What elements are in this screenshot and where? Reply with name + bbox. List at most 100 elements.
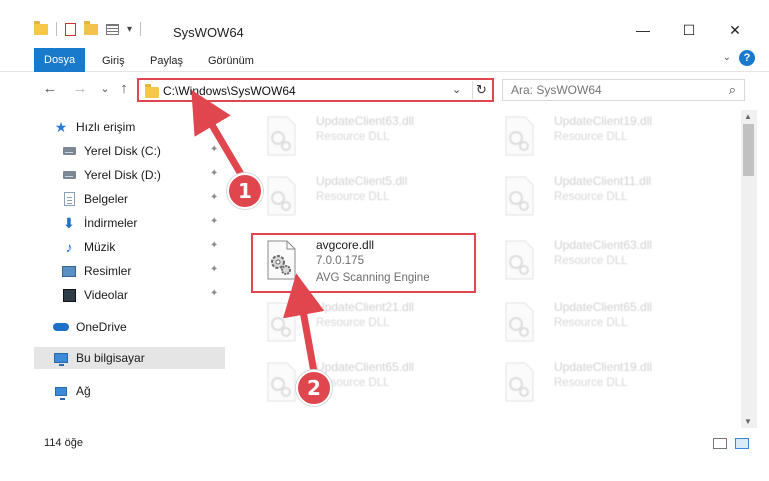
pin-icon: ✦ bbox=[210, 144, 219, 155]
folder-icon bbox=[34, 20, 48, 35]
pin-icon: ✦ bbox=[210, 168, 219, 179]
sidebar-item-videos[interactable]: Videolar ✦ bbox=[34, 284, 225, 306]
sidebar-item-label: Yerel Disk (C:) bbox=[84, 144, 161, 158]
sidebar-item-downloads[interactable]: ⬇ İndirmeler ✦ bbox=[34, 212, 225, 234]
address-bar[interactable]: C:\Windows\SysWOW64 ⌄ ↻ bbox=[137, 78, 494, 102]
back-button[interactable]: ← bbox=[41, 80, 59, 97]
file-item[interactable]: UpdateClient21.dll Resource DLL bbox=[250, 296, 480, 352]
file-item[interactable]: UpdateClient11.dll Resource DLL bbox=[488, 170, 718, 226]
sidebar-item-label: OneDrive bbox=[76, 320, 127, 334]
sidebar-item-music[interactable]: ♪ Müzik ✦ bbox=[34, 236, 225, 258]
file-type: Resource DLL bbox=[554, 255, 628, 267]
file-item[interactable]: UpdateClient19.dll Resource DLL bbox=[488, 110, 718, 166]
folder-icon bbox=[145, 84, 159, 98]
sidebar-item-local-disk-c[interactable]: Yerel Disk (C:) ✦ bbox=[34, 140, 225, 162]
file-name: UpdateClient21.dll bbox=[316, 300, 415, 314]
pin-icon: ✦ bbox=[210, 240, 219, 251]
pin-icon: ✦ bbox=[210, 288, 219, 299]
step-badge-1: 1 bbox=[227, 173, 263, 209]
dll-file-icon bbox=[267, 176, 296, 216]
separator bbox=[56, 22, 57, 36]
scrollbar-thumb[interactable] bbox=[743, 124, 754, 176]
qat-dropdown-icon[interactable]: ▾ bbox=[127, 24, 132, 35]
tab-view[interactable]: Görünüm bbox=[199, 50, 263, 72]
sidebar-item-label: Resimler bbox=[84, 264, 132, 278]
status-bar: 114 öğe bbox=[0, 430, 769, 456]
minimize-button[interactable]: — bbox=[620, 16, 666, 44]
file-item[interactable]: UpdateClient65.dll Resource DLL bbox=[250, 356, 480, 412]
ribbon: Dosya Giriş Paylaş Görünüm ⌄ ? bbox=[0, 44, 769, 72]
close-button[interactable]: ✕ bbox=[712, 16, 758, 44]
vertical-scrollbar[interactable]: ▲ ▼ bbox=[741, 110, 757, 428]
sidebar-item-network[interactable]: Ağ bbox=[34, 380, 225, 402]
file-type: Resource DLL bbox=[316, 317, 390, 329]
tab-file[interactable]: Dosya bbox=[34, 48, 86, 72]
address-dropdown-icon[interactable]: ⌄ bbox=[452, 83, 461, 96]
separator bbox=[140, 22, 142, 36]
sidebar-item-label: Bu bilgisayar bbox=[76, 351, 145, 365]
file-item[interactable]: UpdateClient63.dll Resource DLL bbox=[250, 110, 480, 166]
tab-home[interactable]: Giriş bbox=[93, 50, 134, 72]
dll-file-icon bbox=[505, 116, 534, 156]
window-title: SysWOW64 bbox=[173, 25, 244, 40]
search-box[interactable]: ⌕ bbox=[502, 79, 745, 101]
file-name: UpdateClient65.dll bbox=[554, 300, 653, 314]
search-input[interactable] bbox=[511, 82, 711, 98]
sidebar-item-pictures[interactable]: Resimler ✦ bbox=[34, 260, 225, 282]
sidebar-item-documents[interactable]: Belgeler ✦ bbox=[34, 188, 225, 210]
file-item[interactable]: UpdateClient19.dll Resource DLL bbox=[488, 356, 718, 412]
file-name: UpdateClient11.dll bbox=[554, 174, 652, 188]
properties-icon[interactable] bbox=[65, 22, 76, 36]
address-path[interactable]: C:\Windows\SysWOW64 bbox=[163, 84, 296, 98]
dll-file-icon bbox=[505, 240, 534, 280]
tiles-view-icon[interactable] bbox=[735, 438, 749, 449]
file-item[interactable]: UpdateClient5.dll Resource DLL bbox=[250, 170, 480, 226]
sidebar-item-label: Videolar bbox=[84, 288, 128, 302]
maximize-button[interactable]: ☐ bbox=[666, 16, 712, 44]
pictures-icon bbox=[62, 264, 76, 278]
computer-icon bbox=[54, 351, 68, 366]
forward-button[interactable]: → bbox=[71, 80, 89, 97]
sidebar-item-this-pc[interactable]: Bu bilgisayar bbox=[34, 347, 225, 369]
file-type: Resource DLL bbox=[554, 377, 628, 389]
dll-file-icon bbox=[505, 362, 534, 402]
ribbon-collapse-icon[interactable]: ⌄ bbox=[723, 52, 731, 63]
file-item[interactable]: UpdateClient65.dll Resource DLL bbox=[488, 296, 718, 352]
file-type: Resource DLL bbox=[554, 131, 628, 143]
scroll-up-icon[interactable]: ▲ bbox=[744, 112, 752, 121]
up-button[interactable]: ↑ bbox=[115, 80, 133, 97]
search-icon[interactable]: ⌕ bbox=[729, 82, 736, 98]
details-view-icon[interactable] bbox=[713, 438, 727, 449]
sidebar-item-label: Müzik bbox=[84, 240, 116, 254]
sidebar-item-quick-access[interactable]: ★ Hızlı erişim bbox=[34, 116, 225, 138]
file-type: Resource DLL bbox=[554, 191, 628, 203]
highlight-box-avgcore bbox=[251, 233, 476, 293]
network-icon bbox=[54, 384, 68, 400]
tab-share[interactable]: Paylaş bbox=[141, 50, 192, 72]
sidebar-item-local-disk-d[interactable]: Yerel Disk (D:) ✦ bbox=[34, 164, 225, 186]
step-badge-2: 2 bbox=[296, 370, 332, 406]
file-name: UpdateClient63.dll bbox=[316, 114, 415, 128]
disk-icon bbox=[62, 144, 76, 158]
refresh-button[interactable]: ↻ bbox=[472, 81, 490, 99]
file-item[interactable]: UpdateClient63.dll Resource DLL bbox=[488, 234, 718, 290]
disk-icon bbox=[62, 168, 76, 182]
sidebar-item-onedrive[interactable]: OneDrive bbox=[34, 316, 225, 338]
new-folder-icon[interactable] bbox=[84, 20, 98, 35]
recent-locations-button[interactable]: ⌄ bbox=[96, 82, 114, 95]
sidebar-item-label: Hızlı erişim bbox=[76, 120, 136, 134]
pin-icon: ✦ bbox=[210, 192, 219, 203]
help-button[interactable]: ? bbox=[739, 50, 755, 66]
file-type: Resource DLL bbox=[316, 191, 390, 203]
sidebar-item-label: Yerel Disk (D:) bbox=[84, 168, 161, 182]
onedrive-icon bbox=[52, 320, 70, 334]
dll-file-icon bbox=[267, 302, 296, 342]
pin-icon: ✦ bbox=[210, 216, 219, 227]
file-name: UpdateClient19.dll bbox=[554, 114, 653, 128]
customize-icon[interactable] bbox=[106, 23, 119, 35]
videos-icon bbox=[62, 288, 76, 302]
file-name: UpdateClient63.dll bbox=[554, 238, 653, 252]
scroll-down-icon[interactable]: ▼ bbox=[744, 417, 752, 426]
download-icon: ⬇ bbox=[63, 214, 75, 231]
navigation-pane: ★ Hızlı erişim Yerel Disk (C:) ✦ Yerel D… bbox=[34, 112, 225, 412]
